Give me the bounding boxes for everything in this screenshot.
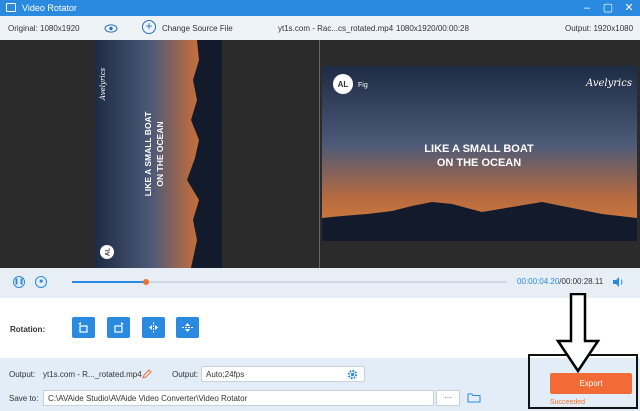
- rotate-right-icon: [114, 322, 124, 333]
- watermark-rotated: Avelyrics: [99, 68, 107, 102]
- output-format-value: Auto;24fps: [206, 370, 245, 379]
- output-label: Output:: [9, 370, 36, 379]
- maximize-button[interactable]: ▢: [601, 1, 615, 15]
- stop-icon[interactable]: ■: [35, 276, 47, 288]
- volume-icon[interactable]: [612, 276, 624, 288]
- source-filename: yt1s.com - Rac...cs_rotated.mp4: [278, 24, 394, 33]
- flip-vertical-button[interactable]: [176, 317, 199, 338]
- save-path-field[interactable]: C:\AVAide Studio\AVAide Video Converter\…: [43, 390, 434, 406]
- format-label: Output:: [172, 370, 199, 379]
- down-arrow-icon: [555, 293, 601, 373]
- pause-icon[interactable]: ❚❚: [13, 276, 25, 288]
- rotate-left-icon: [78, 322, 88, 333]
- minimize-button[interactable]: –: [580, 1, 594, 15]
- svg-text:Avelyrics: Avelyrics: [99, 68, 107, 102]
- lyric-line-1: LIKE A SMALL BOAT: [424, 143, 534, 155]
- info-bar: Original: 1080x1920 + Change Source File…: [0, 16, 640, 41]
- logo-subtext: Fig: [358, 82, 368, 89]
- original-resolution: Original: 1080x1920: [8, 24, 80, 33]
- original-preview: LIKE A SMALL BOAT ON THE OCEAN Avelyrics…: [95, 40, 222, 268]
- flip-horizontal-icon: [149, 322, 158, 333]
- output-format-select[interactable]: Auto;24fps: [201, 366, 365, 382]
- rotate-right-button[interactable]: [107, 317, 130, 338]
- change-source-button[interactable]: Change Source File: [162, 24, 233, 33]
- app-icon: [6, 3, 16, 12]
- title-bar: Video Rotator – ▢ ✕: [0, 0, 640, 16]
- lyric-line-2: ON THE OCEAN: [437, 157, 521, 169]
- preview-divider: [319, 40, 320, 268]
- svg-text:ON THE OCEAN: ON THE OCEAN: [155, 121, 165, 186]
- progress-track[interactable]: [72, 279, 507, 285]
- flip-horizontal-button[interactable]: [142, 317, 165, 338]
- current-time: 00:00:04.20: [517, 277, 560, 286]
- gear-icon[interactable]: [347, 369, 358, 380]
- window-title: Video Rotator: [22, 3, 77, 13]
- total-time: /00:00:28.11: [559, 277, 604, 286]
- rotate-left-button[interactable]: [72, 317, 95, 338]
- timecode: 00:00:04.20/00:00:28.11: [517, 277, 603, 286]
- logo-rotated: AL: [100, 245, 114, 259]
- plus-icon[interactable]: +: [142, 20, 156, 34]
- logo-text: AL: [338, 80, 349, 89]
- rotation-label: Rotation:: [10, 325, 46, 334]
- folder-icon[interactable]: [467, 392, 481, 403]
- output-resolution: Output: 1920x1080: [565, 24, 634, 33]
- save-to-label: Save to:: [9, 394, 39, 403]
- progress-fill: [72, 281, 146, 283]
- output-filename: yt1s.com - R..._rotated.mp4: [43, 370, 142, 379]
- source-meta: 1080x1920/00:00:28: [396, 24, 469, 33]
- flip-vertical-icon: [182, 323, 193, 332]
- browse-button[interactable]: ···: [436, 390, 460, 406]
- eye-icon[interactable]: [104, 24, 118, 33]
- watermark: Avelyrics: [585, 78, 632, 89]
- rotation-panel: Rotation:: [0, 298, 640, 358]
- save-path-value: C:\AVAide Studio\AVAide Video Converter\…: [48, 394, 248, 403]
- preview-area: LIKE A SMALL BOAT ON THE OCEAN Avelyrics…: [0, 40, 640, 268]
- close-button[interactable]: ✕: [622, 1, 636, 15]
- browse-label: ···: [444, 393, 452, 402]
- edit-pencil-icon[interactable]: [142, 369, 152, 379]
- output-preview: LIKE A SMALL BOAT ON THE OCEAN AL Fig Av…: [322, 66, 637, 241]
- progress-thumb[interactable]: [142, 279, 149, 285]
- svg-text:LIKE A SMALL BOAT: LIKE A SMALL BOAT: [143, 111, 153, 196]
- svg-text:AL: AL: [106, 248, 112, 256]
- playback-bar: ❚❚ ■ 00:00:04.20/00:00:28.11: [0, 268, 640, 298]
